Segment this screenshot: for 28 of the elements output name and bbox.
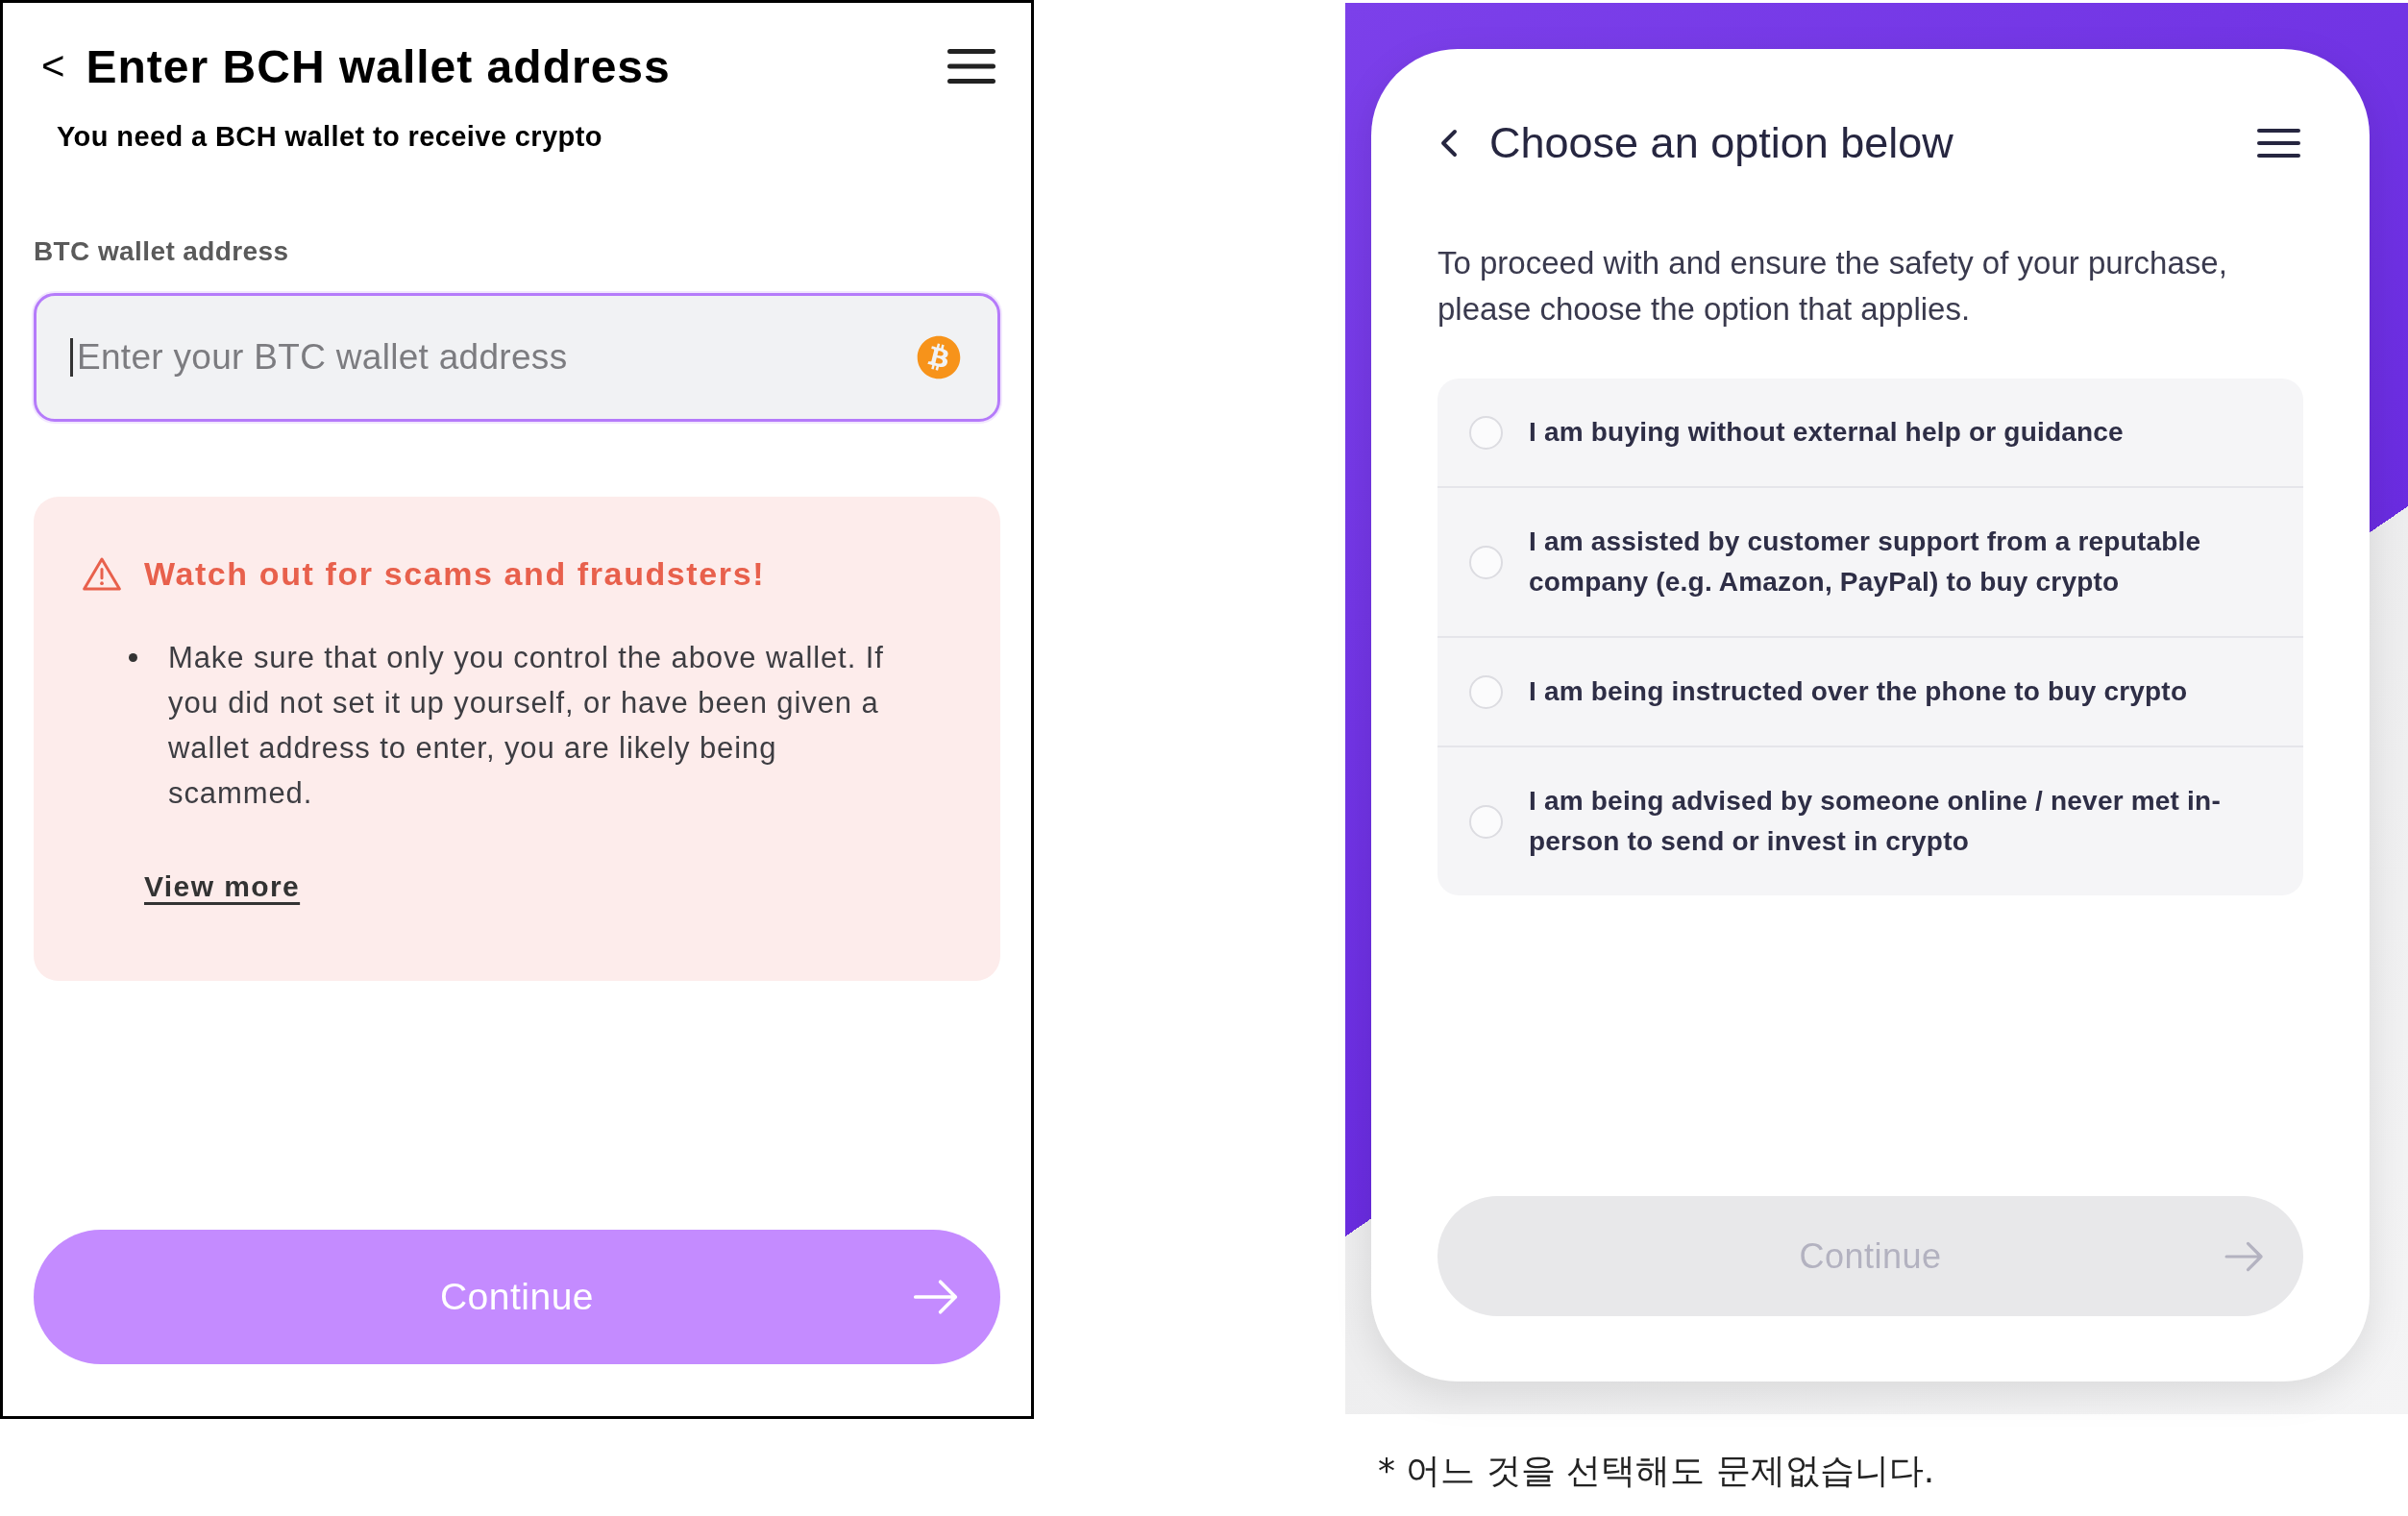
back-chevron-icon[interactable]: [1440, 129, 1458, 158]
radio-button[interactable]: [1469, 415, 1503, 450]
option-label: I am buying without external help or guidance: [1529, 416, 2124, 449]
warning-icon: [83, 556, 121, 591]
view-more-link[interactable]: View more: [144, 868, 301, 906]
page-title: Enter BCH wallet address: [86, 39, 671, 93]
footnote: * 어느 것을 선택해도 문제없습니다.: [1378, 1450, 1935, 1492]
option-label: I am being advised by someone online / never met in-person to send or invest in crypto: [1529, 785, 2222, 858]
radio-button[interactable]: [1469, 674, 1503, 709]
bullet-icon: [129, 653, 137, 662]
menu-icon[interactable]: [947, 49, 995, 84]
radio-button[interactable]: [1469, 804, 1503, 839]
option-label: I am being instructed over the phone to buy crypto: [1529, 675, 2188, 708]
warning-title: Watch out for scams and fraudsters!: [144, 554, 766, 594]
option-label: I am assisted by customer support from a reputable company (e.g. Amazon, PayPal) to buy crypto: [1529, 526, 2202, 599]
field-label: BTC wallet address: [34, 235, 289, 268]
arrow-right-icon: [913, 1279, 959, 1315]
wallet-address-field[interactable]: Enter your BTC wallet address: [34, 293, 1000, 422]
arrow-right-icon: [2224, 1240, 2265, 1272]
dialog-title: Choose an option below: [1489, 118, 1953, 168]
description: To proceed with and ensure the safety of your purchase, please choose the option that applies.: [1437, 244, 2228, 329]
warning-text: Make sure that only you control the above wallet. If you did not set it up yourself, or have been given a wallet address to enter, you are likely being scammed.: [168, 640, 885, 812]
subtitle: You need a BCH wallet to receive crypto: [57, 120, 602, 154]
menu-icon[interactable]: [2257, 129, 2300, 158]
back-button[interactable]: <: [41, 43, 65, 89]
bitcoin-icon: [917, 335, 961, 379]
radio-button[interactable]: [1469, 545, 1503, 579]
text-cursor-icon: [70, 338, 73, 377]
